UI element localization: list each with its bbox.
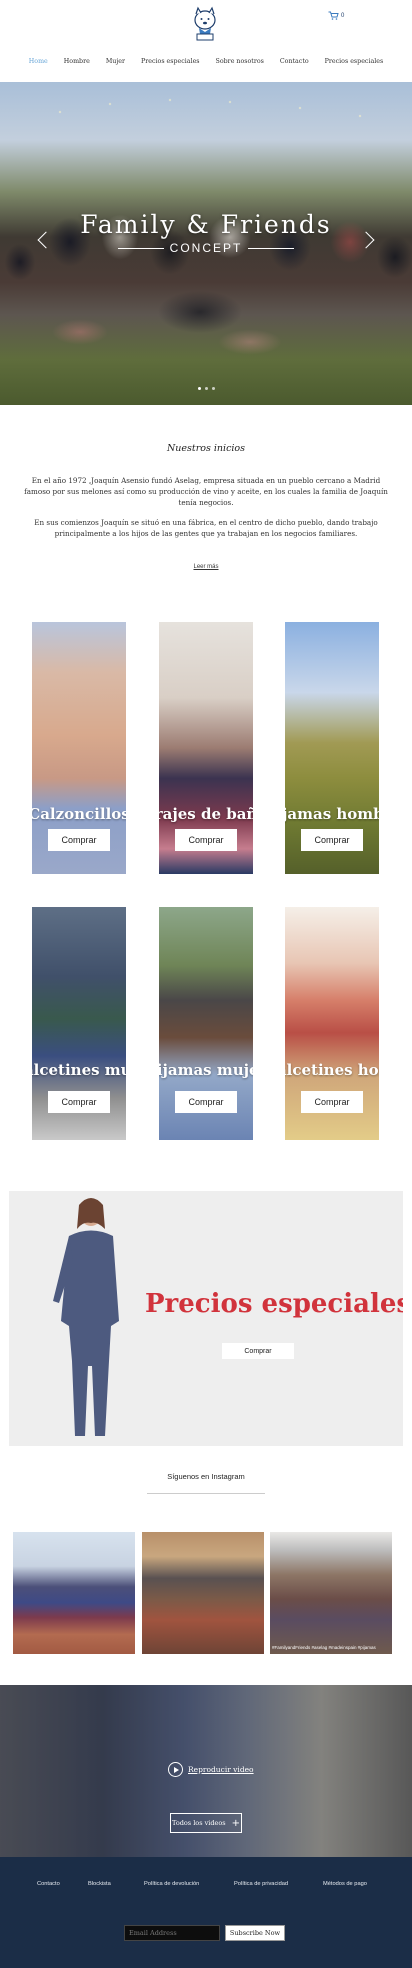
instagram-title: Síguenos en Instagram	[167, 1472, 245, 1481]
divider	[117, 247, 164, 249]
promo-buy-button[interactable]: Comprar	[222, 1343, 294, 1359]
instagram-caption: #FamilyandFriends #aselag #madeinspain #…	[272, 1645, 376, 1650]
footer-link-devolucion[interactable]: Política de devolución	[144, 1881, 199, 1887]
buy-button[interactable]: Comprar	[175, 1091, 237, 1113]
about-title: Nuestros inicios	[166, 443, 246, 454]
buy-button[interactable]: Comprar	[301, 1091, 363, 1113]
site-footer: Contacto Blockista Política de devolució…	[0, 1857, 412, 1968]
all-videos-label: Todos los videos	[171, 1819, 226, 1827]
hero-title: Family & Friends	[80, 210, 332, 239]
hero-slider: Family & Friends CONCEPT	[0, 82, 412, 405]
category-card-pijamas-mujer[interactable]: Pijamas mujer Comprar	[159, 907, 253, 1140]
nav-precios-especiales-2[interactable]: Precios especiales	[317, 58, 392, 65]
slider-dots	[0, 387, 412, 390]
nav-home[interactable]: Home	[21, 58, 56, 65]
divider	[147, 1493, 265, 1494]
westie-dog-logo-icon[interactable]	[188, 6, 222, 42]
nav-sobre-nosotros[interactable]: Sobre nosotros	[208, 58, 272, 65]
category-label: Calcetines hombre	[285, 1061, 379, 1079]
plus-icon: +	[231, 1817, 240, 1829]
buy-button[interactable]: Comprar	[48, 1091, 110, 1113]
main-nav: Home Hombre Mujer Precios especiales Sob…	[0, 58, 412, 65]
read-more-link[interactable]: Leer más	[0, 564, 412, 570]
all-videos-button[interactable]: Todos los videos +	[170, 1813, 242, 1833]
nav-precios-especiales[interactable]: Precios especiales	[133, 58, 208, 65]
promo-title: Precios especiales	[145, 1289, 403, 1319]
shopping-cart-icon	[328, 11, 339, 20]
model-in-pajamas-image	[53, 1198, 119, 1436]
cart-count: 0	[341, 12, 345, 19]
slide-dot-2[interactable]	[204, 387, 208, 390]
play-video-button[interactable]: Reproducir video	[168, 1762, 254, 1777]
nav-mujer[interactable]: Mujer	[98, 58, 133, 65]
cart[interactable]: 0	[328, 11, 344, 20]
category-card-calzoncillos[interactable]: Calzoncillos Comprar	[32, 622, 126, 874]
site-header: 0 Home Hombre Mujer Precios especiales S…	[0, 0, 412, 82]
divider	[248, 247, 295, 249]
buy-button[interactable]: Comprar	[175, 829, 237, 851]
category-label: Calzoncillos	[32, 805, 126, 823]
buy-button[interactable]: Comprar	[48, 829, 110, 851]
slide-dot-1[interactable]	[197, 387, 201, 390]
category-label: Trajes de baño	[159, 805, 253, 823]
category-card-calcetines-mujer[interactable]: Calcetines mujer Comprar	[32, 907, 126, 1140]
category-label: Pijamas mujer	[159, 1061, 253, 1079]
nav-hombre[interactable]: Hombre	[56, 58, 98, 65]
email-input[interactable]: Email Address	[124, 1925, 220, 1941]
footer-link-metodos-pago[interactable]: Métodos de pago	[323, 1881, 367, 1887]
video-section: Reproducir video Todos los videos +	[0, 1685, 412, 1857]
play-icon	[168, 1762, 183, 1777]
category-card-pijamas-hombre[interactable]: Pijamas hombre Comprar	[285, 622, 379, 874]
instagram-post[interactable]	[142, 1532, 264, 1654]
footer-link-privacidad[interactable]: Política de privacidad	[234, 1881, 288, 1887]
subscribe-button[interactable]: Subscribe Now	[225, 1925, 285, 1941]
buy-button[interactable]: Comprar	[301, 829, 363, 851]
nav-contacto[interactable]: Contacto	[272, 58, 317, 65]
about-paragraph-1: En el año 1972 ,Joaquín Asensio fundó As…	[24, 476, 388, 507]
instagram-post[interactable]	[13, 1532, 135, 1654]
hero-group-photo	[0, 142, 412, 372]
promo-banner: Precios especiales Comprar	[9, 1191, 403, 1446]
category-card-calcetines-hombre[interactable]: Calcetines hombre Comprar	[285, 907, 379, 1140]
hero-subtitle: CONCEPT	[169, 241, 243, 255]
category-label: Pijamas hombre	[285, 805, 379, 823]
category-label: Calcetines mujer	[32, 1061, 126, 1079]
category-card-trajes-de-bano[interactable]: Trajes de baño Comprar	[159, 622, 253, 874]
about-paragraph-2: En sus comienzos Joaquín se situó en una…	[34, 518, 378, 538]
hero-subtitle-row: CONCEPT	[0, 241, 412, 255]
play-video-label: Reproducir video	[188, 1765, 254, 1774]
slide-dot-3[interactable]	[211, 387, 215, 390]
footer-link-blockista[interactable]: Blockista	[88, 1881, 111, 1887]
footer-link-contacto[interactable]: Contacto	[37, 1881, 60, 1887]
instagram-post[interactable]: #FamilyandFriends #aselag #madeinspain #…	[270, 1532, 392, 1654]
